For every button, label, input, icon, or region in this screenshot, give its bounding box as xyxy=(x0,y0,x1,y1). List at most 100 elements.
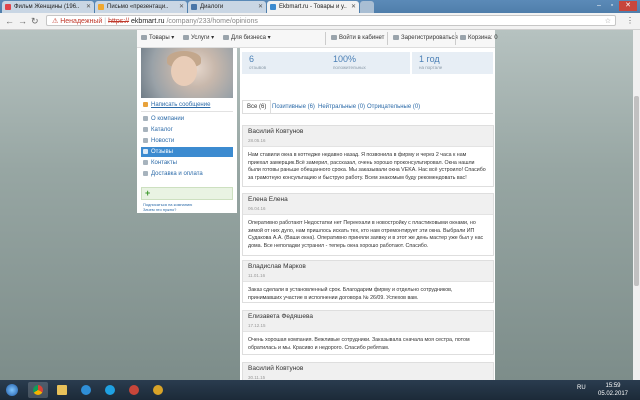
info-icon xyxy=(143,116,148,121)
tabs-underline xyxy=(242,113,493,114)
review-text: Нам ставили окна в коттедже недавно наза… xyxy=(248,152,486,181)
services-icon xyxy=(183,35,189,40)
security-warning-icon[interactable]: ⚠ xyxy=(52,18,60,25)
taskbar-explorer[interactable] xyxy=(52,382,72,398)
delivery-icon xyxy=(143,171,148,176)
review-text: Очень хорошая компания. Вежливые сотрудн… xyxy=(248,337,470,351)
tab-favicon-icon xyxy=(98,4,104,10)
review-card: Василий Ковтунов 28.05.16 Нам ставили ок… xyxy=(242,125,494,187)
company-avatar xyxy=(141,48,233,98)
address-bar[interactable]: ⚠ Ненадежный | https:// ekbmart.ru /comp… xyxy=(46,15,616,26)
scrollbar-thumb[interactable] xyxy=(634,96,639,286)
review-card: Елена Елена 06.04.16 Оперативно работают… xyxy=(242,193,494,256)
app-icon xyxy=(153,385,163,395)
register-link[interactable]: Зарегистрироваться xyxy=(393,30,458,47)
tab-neutral[interactable]: Нейтральные (0) xyxy=(318,101,365,113)
tab-favicon-icon xyxy=(191,4,197,10)
tab-favicon-icon xyxy=(270,4,276,10)
review-card: Елизавета Федяшева 17.12.15 Очень хороша… xyxy=(242,310,494,355)
review-text: Заказ сделали в установленный срок. Благ… xyxy=(248,287,453,301)
system-clock[interactable]: 15:59 05.02.2017 xyxy=(593,382,633,398)
nav-divider xyxy=(455,32,456,45)
sidebar-item-contacts[interactable]: Контакты xyxy=(143,158,177,168)
back-icon[interactable]: ← xyxy=(5,16,14,26)
taskbar-chrome[interactable] xyxy=(28,382,48,398)
write-message-link[interactable]: Написать сообщение xyxy=(143,100,210,110)
site-top-nav: Товары ▾ Услуги ▾ Для бизнеса ▾ Войти в … xyxy=(137,30,498,48)
language-indicator[interactable]: RU xyxy=(577,385,586,391)
message-icon xyxy=(143,102,148,107)
tab-all[interactable]: Все (6) xyxy=(242,100,272,114)
stat-label: положительных xyxy=(333,65,366,70)
bookmark-star-icon[interactable]: ☆ xyxy=(605,16,611,25)
minimize-icon[interactable]: – xyxy=(593,1,605,11)
tab-negative[interactable]: Отрицательные (0) xyxy=(367,101,420,113)
taskbar-app[interactable] xyxy=(124,382,144,398)
review-author: Василий Ковтунов xyxy=(248,128,304,135)
tab-close-icon[interactable]: ✕ xyxy=(86,1,91,13)
plus-icon[interactable]: + xyxy=(145,188,150,199)
skype-icon xyxy=(105,385,115,395)
review-date: 11.01.16 xyxy=(248,273,266,278)
tab-positive[interactable]: Позитивные (6) xyxy=(272,101,315,113)
review-date: 28.05.16 xyxy=(248,138,266,143)
browser-tab[interactable]: Фильм Женщины (196.. ✕ xyxy=(2,1,94,13)
taskbar-skype[interactable] xyxy=(100,382,120,398)
sidebar-item-about[interactable]: О компании xyxy=(143,114,184,124)
nav-products[interactable]: Товары ▾ xyxy=(141,30,174,47)
products-icon xyxy=(141,35,147,40)
new-tab-button[interactable] xyxy=(360,1,374,13)
start-button[interactable] xyxy=(2,382,22,398)
tab-close-icon[interactable]: ✕ xyxy=(179,1,184,13)
browser-menu-icon[interactable]: ⋮ xyxy=(626,16,634,25)
main-content: 6 отзывов 100% положительных 1 год на по… xyxy=(240,48,495,380)
stat-positive: 100% положительных xyxy=(326,52,410,74)
nav-divider xyxy=(387,32,388,45)
login-link[interactable]: Войти в кабинет xyxy=(331,30,384,47)
sidebar-item-catalog[interactable]: Каталог xyxy=(143,125,173,135)
sidebar-divider xyxy=(141,111,233,112)
media-player-icon xyxy=(81,385,91,395)
why-link[interactable]: Зачем это нужно? xyxy=(143,207,176,212)
sidebar-item-reviews[interactable]: Отзывы xyxy=(141,147,233,157)
stat-label: отзывов xyxy=(249,65,266,70)
review-date: 17.12.15 xyxy=(248,323,266,328)
review-author: Василий Ковтунов xyxy=(248,365,304,372)
window-close-icon[interactable]: ✕ xyxy=(619,1,637,11)
review-date: 06.04.16 xyxy=(248,206,266,211)
scrollbar[interactable] xyxy=(633,30,640,380)
security-status: Ненадежный xyxy=(60,18,103,25)
url-host: ekbmart.ru xyxy=(131,18,165,25)
nav-services[interactable]: Услуги ▾ xyxy=(183,30,214,47)
review-author: Елена Елена xyxy=(248,196,288,203)
stat-label: на портале xyxy=(419,65,443,70)
stat-value: 100% xyxy=(333,54,357,64)
news-icon xyxy=(143,138,148,143)
reload-icon[interactable]: ↻ xyxy=(31,16,39,26)
tab-favicon-icon xyxy=(5,4,11,10)
business-icon xyxy=(223,35,229,40)
taskbar-media[interactable] xyxy=(76,382,96,398)
app-icon xyxy=(129,385,139,395)
forward-icon[interactable]: → xyxy=(18,16,27,26)
review-author: Елизавета Федяшева xyxy=(248,313,314,320)
browser-tab-active[interactable]: Ekbmart.ru - Товары и у.. ✕ xyxy=(267,1,359,13)
stat-reviews: 6 отзывов xyxy=(242,52,328,74)
os-taskbar xyxy=(0,380,640,400)
nav-business[interactable]: Для бизнеса ▾ xyxy=(223,30,271,47)
stat-years: 1 год на портале xyxy=(412,52,493,74)
clock-date: 05.02.2017 xyxy=(597,391,629,397)
browser-toolbar: ← → ↻ ⚠ Ненадежный | https:// ekbmart.ru… xyxy=(0,13,640,30)
browser-tab[interactable]: Диалоги ✕ xyxy=(188,1,266,13)
subscribe-box[interactable]: + xyxy=(141,187,233,200)
sidebar-item-delivery[interactable]: Доставка и оплата xyxy=(143,169,203,179)
browser-tab[interactable]: Письмо «презентаци.. ✕ xyxy=(95,1,187,13)
maximize-icon[interactable]: ▫ xyxy=(606,1,618,11)
nav-divider xyxy=(325,32,326,45)
sidebar-item-news[interactable]: Новости xyxy=(143,136,174,146)
taskbar-app[interactable] xyxy=(148,382,168,398)
tab-close-icon[interactable]: ✕ xyxy=(258,1,263,13)
tab-close-icon[interactable]: ✕ xyxy=(351,1,356,13)
url-scheme: https:// xyxy=(108,18,130,25)
cart-link[interactable]: Корзина: 0 xyxy=(460,30,498,47)
